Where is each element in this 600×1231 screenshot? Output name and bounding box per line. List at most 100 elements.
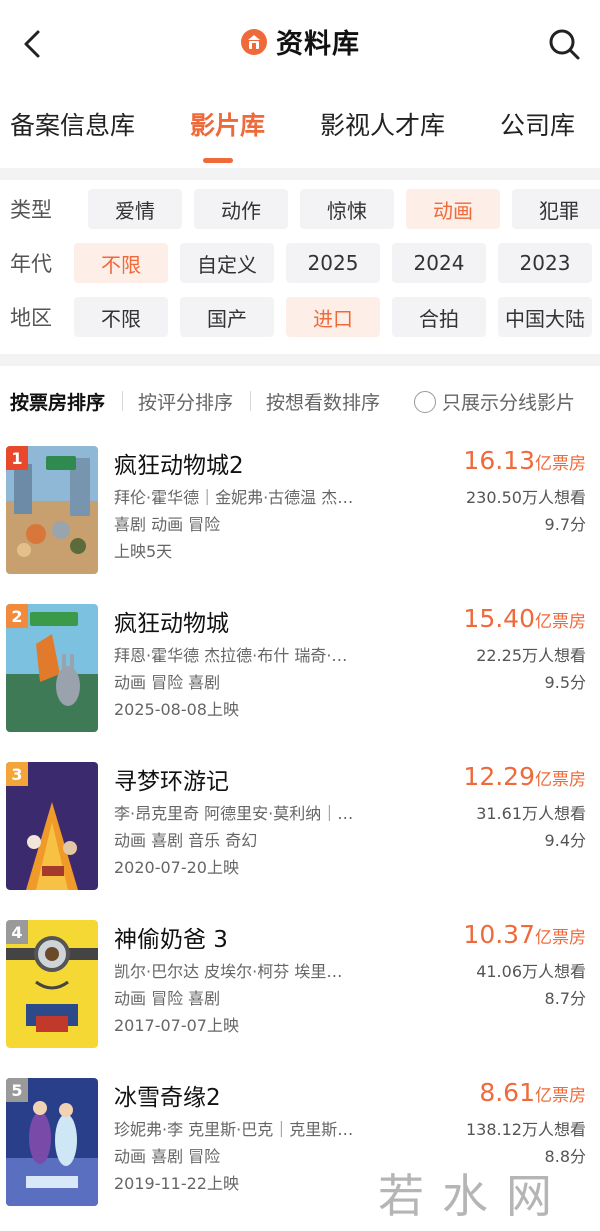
movie-release: 2020-07-20上映: [114, 858, 239, 877]
sort-bar: 按票房排序 按评分排序 按想看数排序 只展示分线影片: [0, 380, 600, 422]
filter-row-type: 类型 爱情 动作 惊悚 动画 犯罪: [0, 189, 600, 229]
filter-chip-region-coproduction[interactable]: 合拍: [392, 297, 486, 337]
movie-cast: 凯尔·巴尔达 皮埃尔·柯芬 埃里…: [114, 962, 343, 981]
movie-release: 2019-11-22上映: [114, 1174, 239, 1193]
movie-poster[interactable]: 2: [6, 604, 98, 732]
library-logo-icon: [241, 28, 267, 55]
filter-chip-year-2025[interactable]: 2025: [286, 243, 380, 283]
filter-row-year: 年代 不限 自定义 2025 2024 2023: [0, 243, 600, 283]
rank-badge: 5: [6, 1078, 28, 1102]
movie-title[interactable]: 疯狂动物城: [114, 604, 229, 638]
filter-label-type: 类型: [10, 198, 52, 222]
box-office: 8.61亿票房: [479, 1078, 586, 1107]
box-office: 10.37亿票房: [463, 920, 586, 949]
movie-score: 8.7分: [544, 989, 586, 1008]
show-split-only-label[interactable]: 只展示分线影片: [442, 388, 575, 415]
want-to-see-count: 230.50万人想看: [466, 488, 586, 507]
box-office-unit: 亿票房: [535, 612, 586, 632]
box-office-value: 12.29: [463, 762, 535, 791]
tab-companies[interactable]: 公司库: [500, 106, 575, 142]
filter-chip-year-2024[interactable]: 2024: [392, 243, 486, 283]
filter-label-year: 年代: [10, 252, 52, 276]
filter-chip-type-crime[interactable]: 犯罪: [512, 189, 600, 229]
movie-genres: 动画 冒险 喜剧: [114, 673, 221, 692]
movie-cast: 拜伦·霍华德｜金妮弗·古德温 杰…: [114, 488, 354, 507]
movie-poster[interactable]: 1: [6, 446, 98, 574]
movie-genres: 动画 冒险 喜剧: [114, 989, 221, 1008]
page-title: 资料库: [276, 29, 360, 60]
box-office-unit: 亿票房: [535, 928, 586, 948]
filter-chip-year-custom[interactable]: 自定义: [180, 243, 274, 283]
movie-genres: 动画 喜剧 音乐 奇幻: [114, 831, 258, 850]
sort-by-rating[interactable]: 按评分排序: [138, 388, 233, 415]
movie-score: 9.7分: [544, 515, 586, 534]
library-tabs: 备案信息库 影片库 影视人才库 公司库: [0, 96, 600, 166]
movie-score: 9.5分: [544, 673, 586, 692]
show-split-only-radio[interactable]: [414, 391, 436, 413]
movie-cast: 拜恩·霍华德 杰拉德·布什 瑞奇·…: [114, 646, 348, 665]
filter-chip-type-animation[interactable]: 动画: [406, 189, 500, 229]
box-office: 12.29亿票房: [463, 762, 586, 791]
movie-release: 上映5天: [114, 542, 173, 561]
movie-score: 9.4分: [544, 831, 586, 850]
active-tab-indicator: [203, 158, 233, 163]
box-office-value: 10.37: [463, 920, 535, 949]
section-divider: [0, 168, 600, 180]
filter-chip-year-any[interactable]: 不限: [74, 243, 168, 283]
box-office-unit: 亿票房: [535, 770, 586, 790]
movie-list-item[interactable]: 3 寻梦环游记 李·昂克里奇 阿德里安·莫利纳｜… 动画 喜剧 音乐 奇幻 20…: [0, 762, 600, 892]
movie-list-item[interactable]: 2 疯狂动物城 拜恩·霍华德 杰拉德·布什 瑞奇·… 动画 冒险 喜剧 2025…: [0, 604, 600, 734]
page-title-group: 资料库: [0, 22, 600, 61]
box-office: 16.13亿票房: [463, 446, 586, 475]
filter-chip-region-imported[interactable]: 进口: [286, 297, 380, 337]
filter-chip-region-domestic[interactable]: 国产: [180, 297, 274, 337]
movie-title[interactable]: 疯狂动物城2: [114, 446, 244, 480]
sort-by-box-office[interactable]: 按票房排序: [10, 388, 105, 415]
movie-release: 2025-08-08上映: [114, 700, 239, 719]
want-to-see-count: 138.12万人想看: [466, 1120, 586, 1139]
rank-badge: 1: [6, 446, 28, 470]
top-bar: 资料库: [0, 0, 600, 90]
filter-label-region: 地区: [10, 306, 52, 330]
want-to-see-count: 41.06万人想看: [476, 962, 586, 981]
movie-cast: 李·昂克里奇 阿德里安·莫利纳｜…: [114, 804, 354, 823]
filter-chip-year-2023[interactable]: 2023: [498, 243, 592, 283]
watermark: 若水网: [378, 1169, 570, 1223]
box-office-value: 15.40: [463, 604, 535, 633]
movie-poster[interactable]: 4: [6, 920, 98, 1048]
box-office-unit: 亿票房: [535, 454, 586, 474]
movie-title[interactable]: 寻梦环游记: [114, 762, 229, 796]
movie-release: 2017-07-07上映: [114, 1016, 239, 1035]
movie-poster[interactable]: 3: [6, 762, 98, 890]
want-to-see-count: 31.61万人想看: [476, 804, 586, 823]
want-to-see-count: 22.25万人想看: [476, 646, 586, 665]
movie-list-item[interactable]: 4 神偷奶爸 3 凯尔·巴尔达 皮埃尔·柯芬 埃里… 动画 冒险 喜剧 2017…: [0, 920, 600, 1050]
movie-title[interactable]: 冰雪奇缘2: [114, 1078, 221, 1112]
filter-chip-region-mainland[interactable]: 中国大陆: [498, 297, 592, 337]
search-icon[interactable]: [544, 24, 584, 64]
sort-by-want-to-see[interactable]: 按想看数排序: [266, 388, 380, 415]
box-office-value: 16.13: [463, 446, 535, 475]
tab-talent[interactable]: 影视人才库: [320, 106, 445, 142]
filter-chip-type-thriller[interactable]: 惊悚: [300, 189, 394, 229]
filter-chip-region-any[interactable]: 不限: [74, 297, 168, 337]
box-office: 15.40亿票房: [463, 604, 586, 633]
filter-row-region: 地区 不限 国产 进口 合拍 中国大陆: [0, 297, 600, 337]
movie-cast: 珍妮弗·李 克里斯·巴克｜克里斯…: [114, 1120, 354, 1139]
movie-genres: 喜剧 动画 冒险: [114, 515, 221, 534]
movie-poster[interactable]: 5: [6, 1078, 98, 1206]
sort-separator: [250, 391, 251, 411]
box-office-value: 8.61: [479, 1078, 535, 1107]
filter-chip-type-romance[interactable]: 爱情: [88, 189, 182, 229]
section-divider: [0, 354, 600, 366]
sort-separator: [122, 391, 123, 411]
tab-films[interactable]: 影片库: [190, 106, 265, 142]
rank-badge: 2: [6, 604, 28, 628]
movie-list-item[interactable]: 1 疯狂动物城2 拜伦·霍华德｜金妮弗·古德温 杰… 喜剧 动画 冒险 上映5天…: [0, 446, 600, 576]
tab-filing-info[interactable]: 备案信息库: [10, 106, 135, 142]
movie-genres: 动画 喜剧 冒险: [114, 1147, 221, 1166]
rank-badge: 3: [6, 762, 28, 786]
filter-chip-type-action[interactable]: 动作: [194, 189, 288, 229]
box-office-unit: 亿票房: [535, 1086, 586, 1106]
movie-title[interactable]: 神偷奶爸 3: [114, 920, 228, 954]
